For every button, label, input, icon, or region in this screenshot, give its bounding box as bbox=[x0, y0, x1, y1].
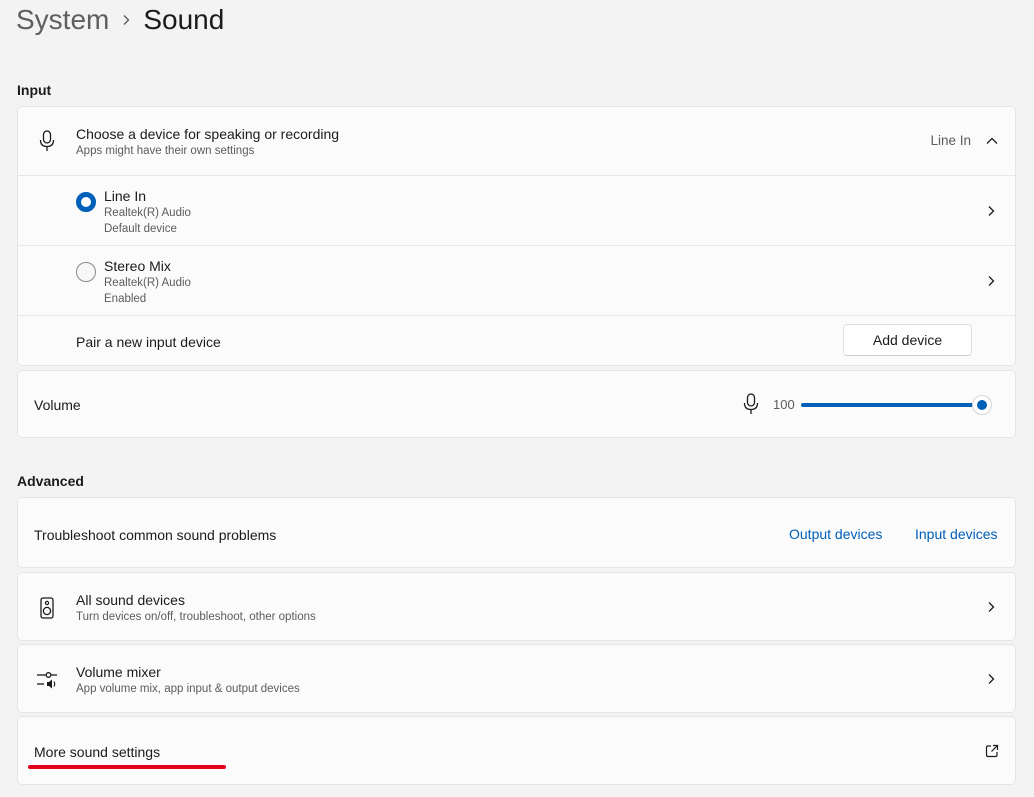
device-driver: Realtek(R) Audio bbox=[104, 277, 191, 289]
chooser-subtitle: Apps might have their own settings bbox=[76, 145, 255, 157]
chevron-right-icon[interactable] bbox=[985, 601, 997, 613]
pair-device-label: Pair a new input device bbox=[76, 334, 221, 350]
device-status: Default device bbox=[104, 223, 177, 235]
external-link-icon[interactable] bbox=[985, 744, 999, 758]
more-sound-settings-label: More sound settings bbox=[34, 744, 161, 760]
device-name: Line In bbox=[104, 188, 147, 204]
chooser-title: Choose a device for speaking or recordin… bbox=[76, 126, 340, 142]
volume-slider-thumb[interactable] bbox=[972, 395, 992, 415]
troubleshoot-label: Troubleshoot common sound problems bbox=[34, 527, 277, 543]
chevron-right-icon bbox=[109, 14, 143, 26]
pair-input-device-row: Pair a new input device Add device bbox=[18, 315, 1015, 365]
all-devices-subtitle: Turn devices on/off, troubleshoot, other… bbox=[76, 611, 316, 623]
volume-label: Volume bbox=[34, 397, 81, 413]
microphone-icon bbox=[18, 107, 76, 175]
mixer-title: Volume mixer bbox=[76, 664, 161, 680]
chevron-right-icon[interactable] bbox=[985, 673, 997, 685]
breadcrumb-system[interactable]: System bbox=[16, 4, 109, 36]
chevron-right-icon[interactable] bbox=[985, 275, 997, 287]
breadcrumb: System Sound bbox=[16, 2, 224, 38]
section-title-advanced: Advanced bbox=[17, 473, 84, 489]
speaker-icon bbox=[18, 573, 76, 642]
radio-line-in[interactable] bbox=[76, 192, 96, 212]
all-devices-title: All sound devices bbox=[76, 592, 185, 608]
microphone-icon[interactable] bbox=[743, 393, 759, 420]
more-sound-settings-card[interactable]: More sound settings bbox=[17, 716, 1016, 785]
mixer-icon bbox=[18, 645, 76, 714]
sound-settings-page: System Sound Input Choose a device for s… bbox=[0, 0, 1034, 797]
volume-card: Volume 100 bbox=[17, 370, 1016, 438]
volume-slider-track[interactable] bbox=[801, 403, 982, 407]
mixer-subtitle: App volume mix, app input & output devic… bbox=[76, 683, 300, 695]
page-title: Sound bbox=[143, 4, 225, 35]
all-sound-devices-card[interactable]: All sound devices Turn devices on/off, t… bbox=[17, 572, 1016, 641]
input-devices-link[interactable]: Input devices bbox=[915, 526, 998, 542]
input-device-card: Choose a device for speaking or recordin… bbox=[17, 106, 1016, 366]
section-title-input: Input bbox=[17, 82, 52, 98]
chevron-right-icon[interactable] bbox=[985, 205, 997, 217]
device-row-line-in[interactable]: Line In Realtek(R) Audio Default device bbox=[18, 175, 1015, 245]
input-device-chooser[interactable]: Choose a device for speaking or recordin… bbox=[18, 107, 1015, 175]
radio-stereo-mix[interactable] bbox=[76, 262, 96, 282]
annotation-underline bbox=[28, 765, 226, 769]
output-devices-link[interactable]: Output devices bbox=[789, 526, 882, 542]
device-status: Enabled bbox=[104, 293, 147, 305]
device-name: Stereo Mix bbox=[104, 258, 171, 274]
troubleshoot-card: Troubleshoot common sound problems Outpu… bbox=[17, 497, 1016, 568]
selected-device-value: Line In bbox=[930, 133, 971, 148]
chevron-up-icon[interactable] bbox=[986, 135, 998, 147]
add-device-button[interactable]: Add device bbox=[843, 324, 972, 356]
volume-value: 100 bbox=[773, 397, 795, 412]
device-row-stereo-mix[interactable]: Stereo Mix Realtek(R) Audio Enabled bbox=[18, 245, 1015, 315]
volume-mixer-card[interactable]: Volume mixer App volume mix, app input &… bbox=[17, 644, 1016, 713]
device-driver: Realtek(R) Audio bbox=[104, 207, 191, 219]
